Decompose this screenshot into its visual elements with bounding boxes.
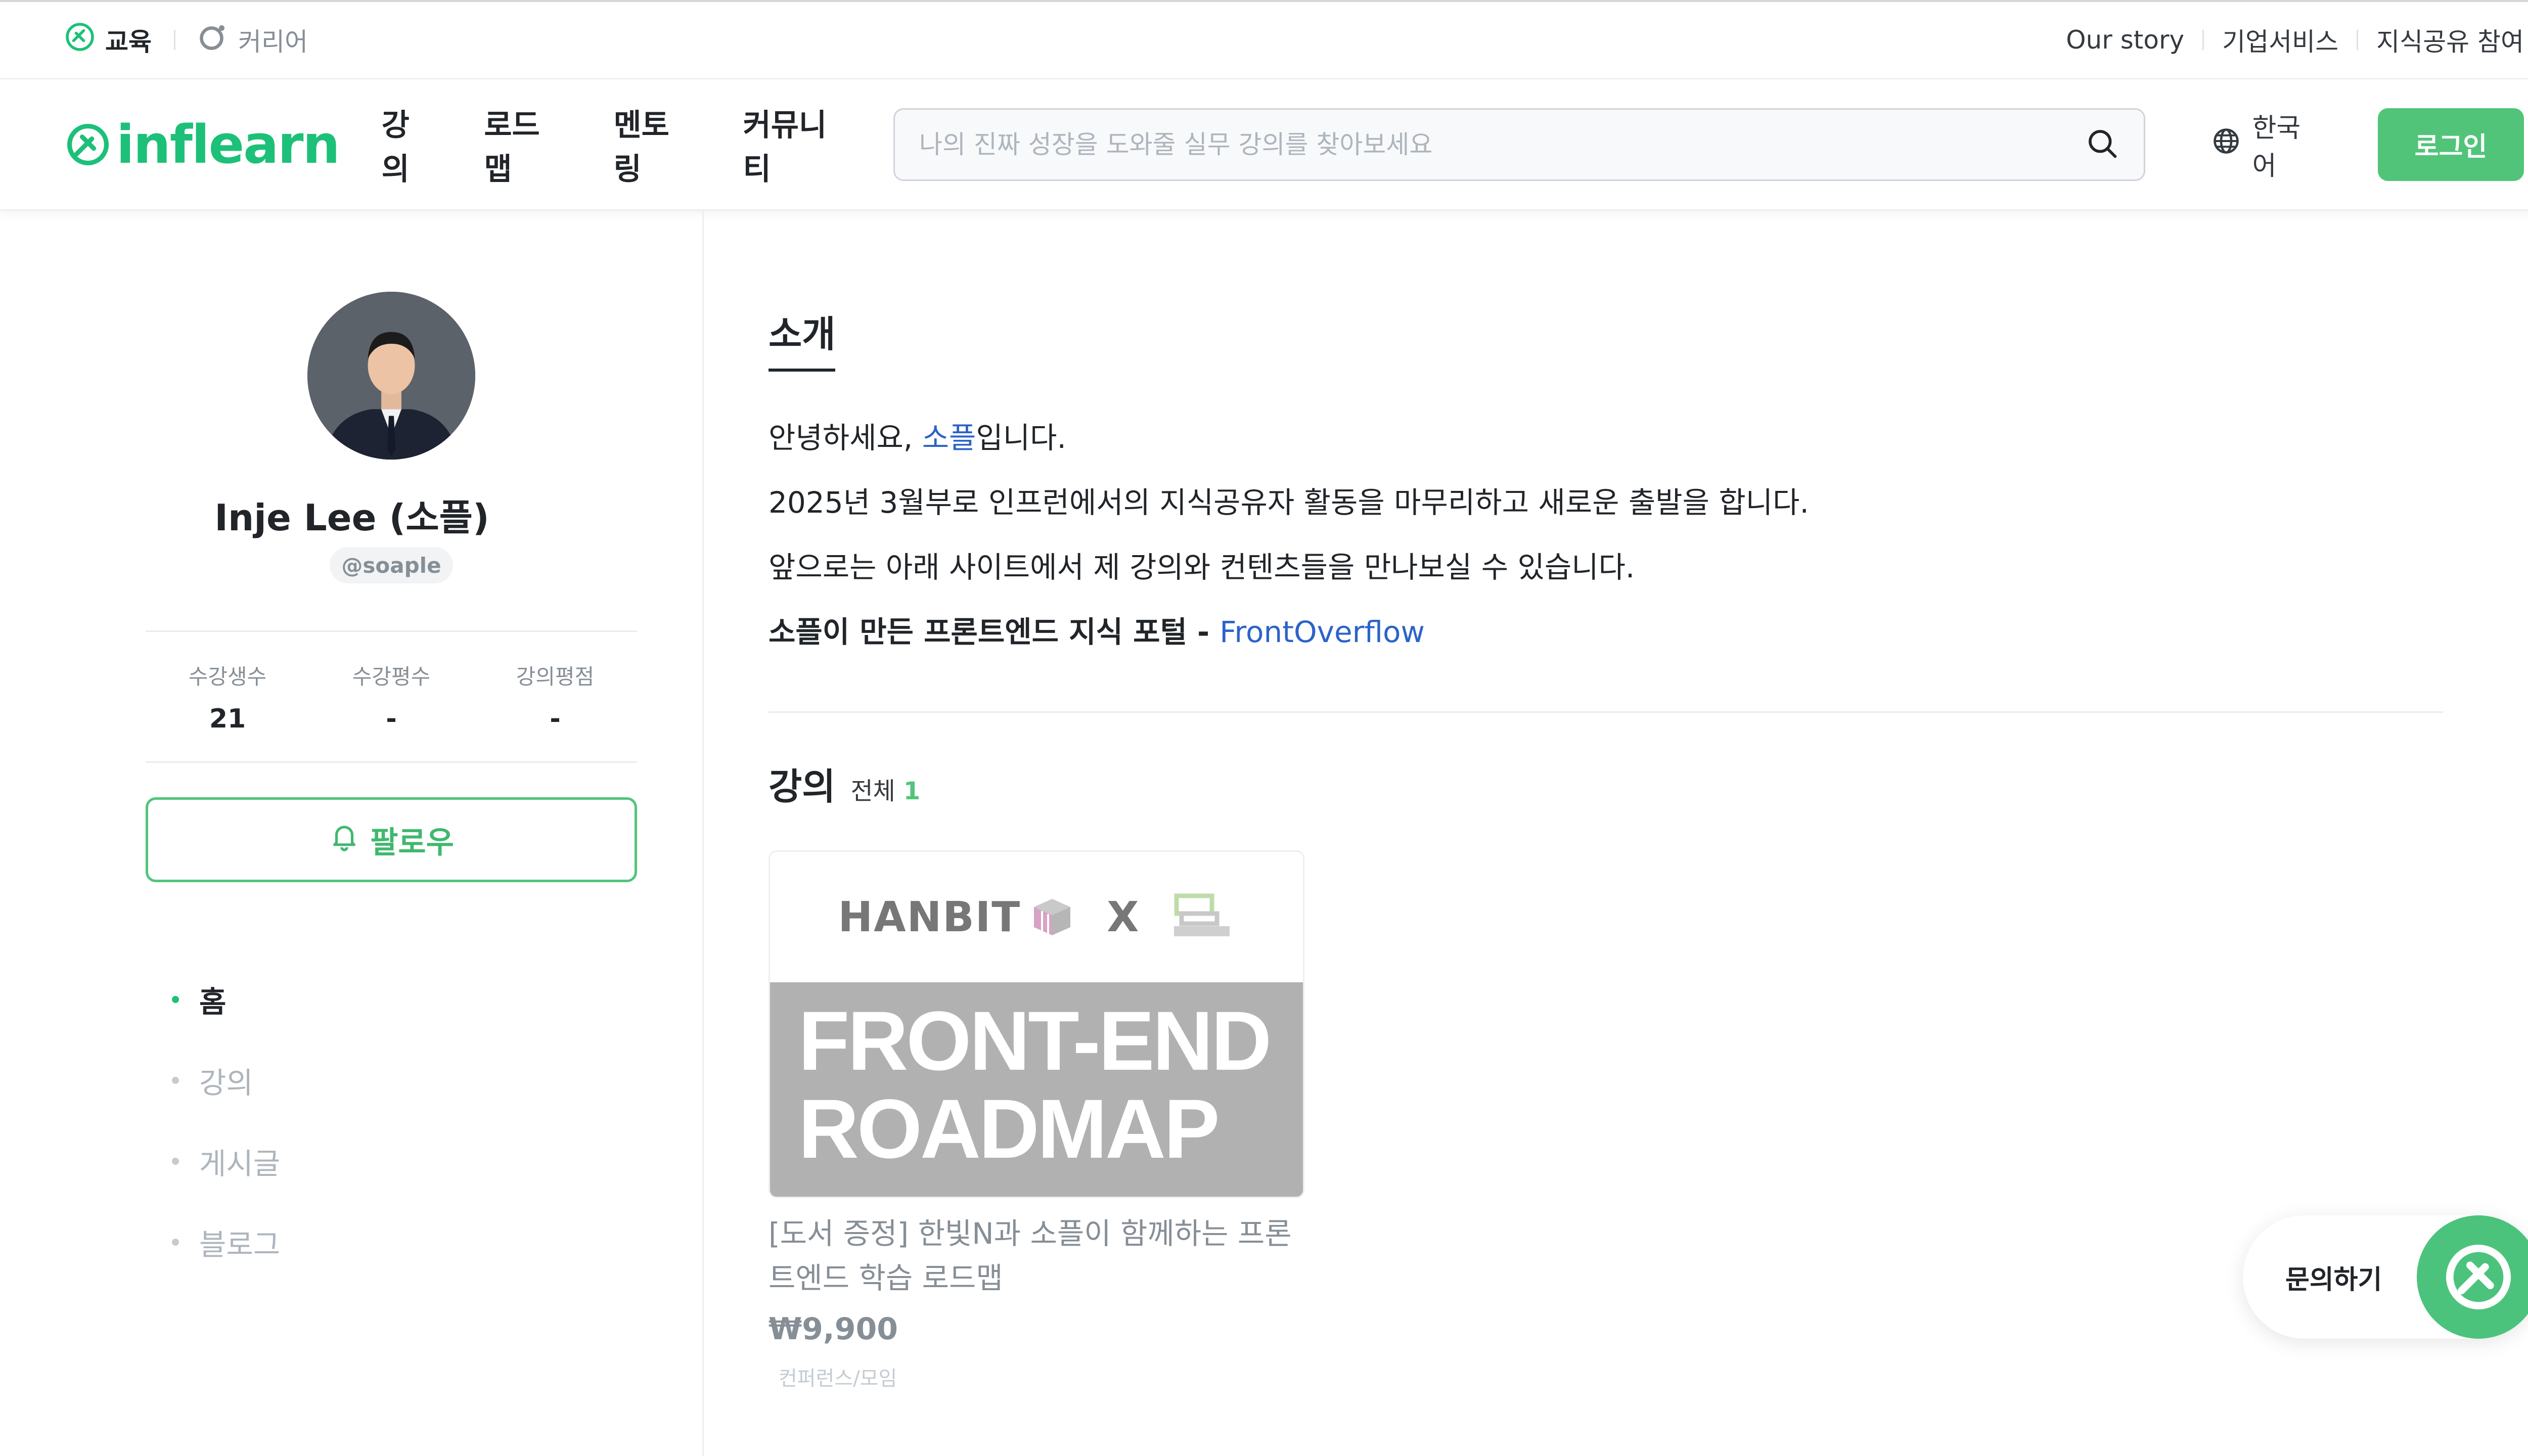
intro-line-3: 앞으로는 아래 사이트에서 제 강의와 컨텐츠들을 만나보실 수 있습니다. xyxy=(769,550,1635,584)
main-nav: inflearn 강의 로드맵 멘토링 커뮤니티 한국어 로그인 xyxy=(0,79,2528,211)
thumbnail-x: X xyxy=(1107,893,1139,941)
tab-career-label: 커리어 xyxy=(238,27,308,57)
courses-title: 강의 xyxy=(769,765,836,808)
stat-value: - xyxy=(550,703,561,734)
logo-leaf-icon xyxy=(67,123,109,165)
menu-label: 블로그 xyxy=(199,1227,281,1262)
language-selector[interactable]: 한국어 xyxy=(2211,107,2322,183)
service-switcher: 교육 커리어 xyxy=(65,22,308,58)
business-link[interactable]: 기업서비스 xyxy=(2222,22,2338,58)
intro-text-part: 안녕하세요, xyxy=(769,421,922,455)
section-divider xyxy=(769,711,2443,713)
search-input[interactable] xyxy=(919,129,2032,159)
leaf-icon xyxy=(65,22,95,58)
globe-icon xyxy=(2211,126,2241,163)
follow-button[interactable]: 팔로우 xyxy=(146,797,637,882)
hanbit-text: HANBIT xyxy=(838,893,1021,941)
divider xyxy=(174,30,175,50)
thumbnail-line-1: FRONT-END xyxy=(798,994,1272,1088)
profile-sidebar: Inje Lee (소플) @soaple 수강생수 21 수강평수 - 강의평… xyxy=(0,211,704,1456)
stat-label: 수강평수 xyxy=(352,664,431,689)
our-story-link[interactable]: Our story xyxy=(2066,25,2184,55)
bullet xyxy=(172,1239,179,1246)
stat-label: 강의평점 xyxy=(516,664,595,689)
menu-home[interactable]: 홈 xyxy=(172,959,280,1040)
tab-education-label: 교육 xyxy=(105,27,152,57)
search-icon[interactable] xyxy=(2085,126,2119,163)
search-bar xyxy=(893,108,2145,181)
logo-text: inflearn xyxy=(116,113,340,175)
course-title[interactable]: [도서 증정] 한빛N과 소플이 함께하는 프론트엔드 학습 로드맵 xyxy=(769,1211,1304,1300)
tab-career[interactable]: 커리어 xyxy=(198,22,308,58)
nav-mentoring[interactable]: 멘토링 xyxy=(613,101,694,189)
intro-title: 소개 xyxy=(769,304,836,372)
intro-line-4: 소플이 만든 프론트엔드 지식 포털 - FrontOverflow xyxy=(769,600,1809,664)
divider xyxy=(2357,30,2359,50)
bell-icon xyxy=(329,821,360,859)
nav-links: 강의 로드맵 멘토링 커뮤니티 xyxy=(382,101,851,189)
divider xyxy=(2202,30,2204,50)
nav-courses[interactable]: 강의 xyxy=(382,101,436,189)
bullet xyxy=(172,1077,179,1084)
frontoverflow-link[interactable]: FrontOverflow xyxy=(1220,615,1425,649)
language-label: 한국어 xyxy=(2252,113,2301,181)
profile-stats: 수강생수 21 수강평수 - 강의평점 - xyxy=(146,630,637,763)
course-tag: 컨퍼런스/모임 xyxy=(779,1367,897,1390)
thumbnail-banner: FRONT-END ROADMAP xyxy=(770,982,1303,1197)
career-icon xyxy=(198,22,228,58)
intro-line-2: 2025년 3월부로 인프런에서의 지식공유자 활동을 마무리하고 새로운 출발… xyxy=(769,485,1809,520)
soaple-link[interactable]: 소플 xyxy=(922,421,976,455)
hanbit-logo: HANBIT xyxy=(838,893,1077,941)
stat-students: 수강생수 21 xyxy=(146,632,309,761)
stat-value: - xyxy=(386,703,397,734)
login-button[interactable]: 로그인 xyxy=(2377,108,2524,181)
bullet xyxy=(172,1158,179,1165)
thumbnail-brand-row: HANBIT X xyxy=(770,852,1303,982)
menu-blog[interactable]: 블로그 xyxy=(172,1202,280,1283)
avatar xyxy=(307,292,475,460)
intro-bold-text: 소플이 만든 프론트엔드 지식 포털 - xyxy=(769,615,1220,649)
stat-rating: 강의평점 - xyxy=(473,632,637,761)
bullet xyxy=(172,996,179,1003)
follow-label: 팔로우 xyxy=(370,825,454,860)
instructor-join-link[interactable]: 지식공유 참여 xyxy=(2376,22,2524,58)
tab-education[interactable]: 교육 xyxy=(65,22,152,58)
stat-value: 21 xyxy=(209,703,246,734)
top-links: Our story 기업서비스 지식공유 참여 xyxy=(2066,22,2524,58)
chat-leaf-icon[interactable] xyxy=(2417,1215,2528,1339)
menu-label: 게시글 xyxy=(199,1147,281,1181)
profile-handle: @soaple xyxy=(330,547,453,583)
courses-count: 1 xyxy=(903,777,921,805)
menu-courses[interactable]: 강의 xyxy=(172,1040,280,1121)
frontoverflow-logo-icon xyxy=(1169,891,1235,943)
intro-line-1: 안녕하세요, 소플입니다. xyxy=(769,405,1809,470)
stat-label: 수강생수 xyxy=(188,664,267,689)
hanbit-cube-icon xyxy=(1034,899,1071,935)
thumbnail-line-2: ROADMAP xyxy=(798,1082,1220,1176)
intro-text-part: 입니다. xyxy=(976,421,1066,455)
menu-posts[interactable]: 게시글 xyxy=(172,1121,280,1202)
course-card[interactable]: HANBIT X FRONT-END ROADMAP [도서 증정] 한빛N과 … xyxy=(769,850,1304,1391)
top-bar: 교육 커리어 Our story 기업서비스 지식공유 참여 xyxy=(0,0,2528,79)
courses-all-label: 전체 xyxy=(850,777,895,805)
stat-reviews: 수강평수 - xyxy=(309,632,473,761)
course-thumbnail[interactable]: HANBIT X FRONT-END ROADMAP xyxy=(769,850,1304,1198)
inquiry-button[interactable]: 문의하기 xyxy=(2243,1215,2528,1339)
course-price: ₩9,900 xyxy=(769,1311,898,1347)
courses-header: 강의 전체 1 xyxy=(769,757,920,810)
menu-label: 홈 xyxy=(199,985,227,1019)
profile-name: Inje Lee (소플) xyxy=(214,496,489,539)
profile-menu: 홈 강의 게시글 블로그 xyxy=(172,959,280,1283)
inflearn-logo[interactable]: inflearn xyxy=(65,113,340,175)
intro-text: 안녕하세요, 소플입니다. 2025년 3월부로 인프런에서의 지식공유자 활동… xyxy=(769,405,1809,664)
menu-label: 강의 xyxy=(199,1066,253,1100)
nav-roadmap[interactable]: 로드맵 xyxy=(484,101,565,189)
nav-community[interactable]: 커뮤니티 xyxy=(743,101,851,189)
inquiry-label: 문의하기 xyxy=(2285,1264,2382,1295)
